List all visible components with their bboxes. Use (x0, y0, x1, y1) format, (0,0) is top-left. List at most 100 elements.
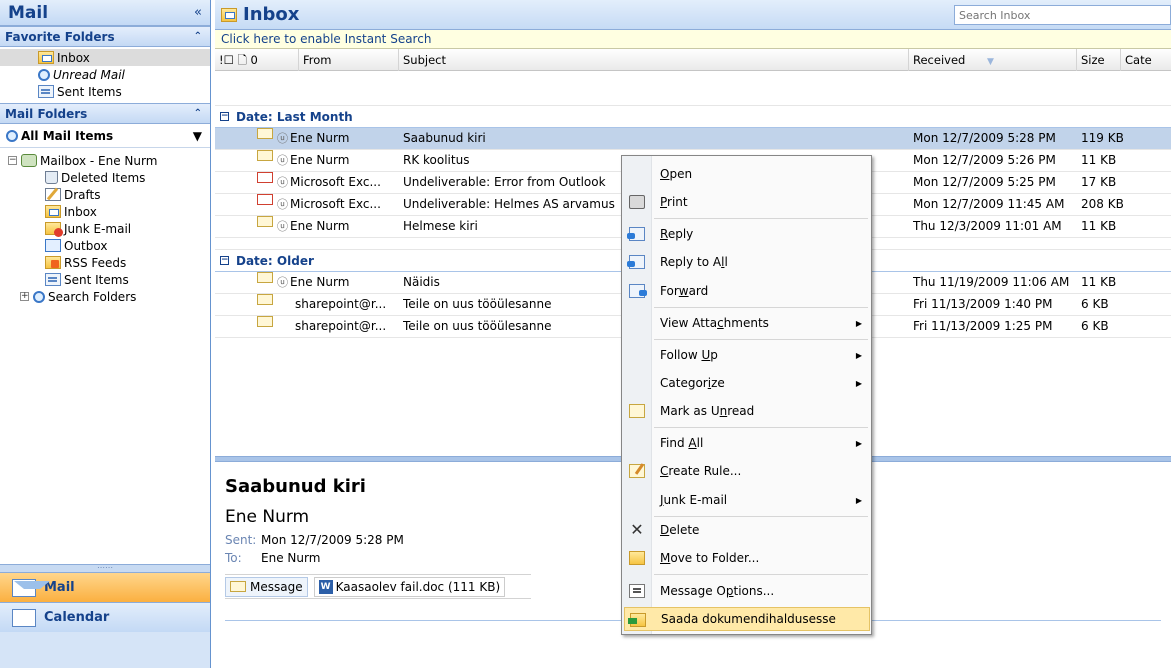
column-size[interactable]: Size (1077, 49, 1121, 71)
undeliverable-icon (257, 172, 273, 183)
message-size: 119 KB (1081, 131, 1124, 145)
inbox-header: Inbox (215, 0, 1171, 30)
rss-icon (45, 256, 61, 269)
tree-junk-email[interactable]: Junk E-mail (0, 220, 210, 237)
favorite-unread-mail[interactable]: Unread Mail (0, 66, 210, 83)
message-from: Ene Nurm (290, 275, 350, 289)
message-size: 11 KB (1081, 153, 1117, 167)
mail-nav-button[interactable]: Mail (0, 572, 210, 602)
nav-pane-splitter[interactable]: ⋯⋯ (0, 564, 210, 572)
collapse-group-icon[interactable]: − (220, 256, 229, 265)
attachment-icon: ⓤ (277, 154, 288, 167)
favorite-sent-items[interactable]: Sent Items (0, 83, 210, 100)
menu-separator (654, 339, 868, 340)
mailbox-label: Mailbox - Ene Nurm (40, 153, 158, 168)
sort-descending-icon: ▼ (986, 57, 994, 67)
mark-unread-icon (629, 404, 645, 418)
menu-item-delete[interactable]: ✕ Delete (624, 518, 870, 542)
collapse-tree-icon[interactable]: − (8, 156, 17, 165)
tree-mailbox[interactable]: − Mailbox - Ene Nurm (0, 152, 210, 169)
message-size: 11 KB (1081, 219, 1117, 233)
message-options-icon (629, 584, 645, 598)
menu-item-reply-all[interactable]: Reply to All (624, 250, 870, 274)
menu-item-message-options[interactable]: Message Options... (624, 579, 870, 603)
tree-drafts[interactable]: Drafts (0, 186, 210, 203)
collapse-section-icon[interactable]: ⌃ (194, 31, 202, 42)
menu-item-view-attachments[interactable]: View Attachments ▶ (624, 311, 870, 335)
column-from[interactable]: From (299, 49, 399, 71)
menu-item-reply[interactable]: Reply (624, 222, 870, 246)
menu-item-move-to-folder[interactable]: Move to Folder... (624, 546, 870, 570)
favorite-folders-header[interactable]: Favorite Folders ⌃ (0, 26, 210, 47)
menu-item-junk-email[interactable]: Junk E-mail ▶ (624, 488, 870, 512)
read-mail-icon (257, 216, 273, 227)
tree-search-folders[interactable]: + Search Folders (0, 288, 210, 305)
message-from: Ene Nurm (290, 219, 350, 233)
context-menu: Open Print Reply Reply to All Forward Vi… (621, 155, 872, 635)
menu-item-print[interactable]: Print (624, 190, 870, 214)
folder-label: Inbox (64, 204, 97, 219)
tree-deleted-items[interactable]: Deleted Items (0, 169, 210, 186)
collapse-group-icon[interactable]: − (220, 112, 229, 121)
all-mail-items-label: All Mail Items (21, 128, 114, 143)
collapse-nav-button[interactable]: « (194, 5, 202, 20)
message-from: sharepoint@r... (295, 319, 387, 333)
mail-folders-header[interactable]: Mail Folders ⌃ (0, 103, 210, 124)
menu-item-open[interactable]: Open (624, 162, 870, 186)
menu-item-categorize[interactable]: Categorize ▶ (624, 371, 870, 395)
message-received: Fri 11/13/2009 1:25 PM (913, 319, 1053, 333)
menu-separator (654, 307, 868, 308)
enable-instant-search-bar[interactable]: Click here to enable Instant Search (215, 30, 1171, 49)
attachment-icon: ⓤ (277, 220, 288, 233)
menu-item-forward[interactable]: Forward (624, 279, 870, 303)
read-mail-icon (257, 294, 273, 305)
mail-icon (12, 578, 50, 597)
message-row[interactable]: ⓤ Ene Nurm Saabunud kiri Mon 12/7/2009 5… (215, 128, 1171, 150)
reply-icon (627, 227, 645, 241)
group-header-last-month[interactable]: − Date: Last Month (215, 106, 1171, 128)
all-mail-items-dropdown[interactable]: All Mail Items ▼ (0, 124, 210, 148)
menu-item-follow-up[interactable]: Follow Up ▶ (624, 343, 870, 367)
folder-tree: − Mailbox - Ene Nurm Deleted Items Draft… (0, 148, 210, 564)
message-tab[interactable]: Message (225, 576, 308, 597)
favorite-sent-label: Sent Items (57, 84, 122, 99)
column-categories[interactable]: Cate (1121, 49, 1171, 71)
calendar-nav-button[interactable]: Calendar (0, 602, 210, 632)
tree-inbox[interactable]: Inbox (0, 203, 210, 220)
to-label: To: (225, 551, 242, 565)
outbox-icon (45, 239, 61, 252)
menu-item-find-all[interactable]: Find All ▶ (624, 431, 870, 455)
column-icons[interactable]: !☐ 🗋 0 (215, 49, 299, 71)
group-label: Date: Last Month (236, 109, 353, 124)
create-rule-icon (629, 464, 645, 478)
mail-folders-label: Mail Folders (5, 106, 88, 121)
word-document-icon: W (318, 579, 333, 594)
attachment-label: Kaasaolev fail.doc (111 KB) (335, 579, 501, 594)
attachment-item[interactable]: W Kaasaolev fail.doc (111 KB) (313, 576, 506, 597)
favorite-inbox[interactable]: Inbox (0, 49, 210, 66)
delete-icon: ✕ (630, 520, 644, 539)
search-input[interactable] (954, 5, 1171, 25)
menu-item-create-rule[interactable]: Create Rule... (624, 459, 870, 483)
message-received: Mon 12/7/2009 5:28 PM (913, 131, 1056, 145)
menu-separator (654, 218, 868, 219)
menu-item-saada-dokumendihaldusesse[interactable]: Saada dokumendihaldusesse (624, 607, 870, 631)
calendar-icon (12, 608, 36, 627)
tree-rss-feeds[interactable]: RSS Feeds (0, 254, 210, 271)
expand-tree-icon[interactable]: + (20, 292, 29, 301)
column-received[interactable]: Received ▼ (909, 49, 1077, 71)
folder-label: Outbox (64, 238, 108, 253)
message-received: Mon 12/7/2009 11:45 AM (913, 197, 1065, 211)
tree-outbox[interactable]: Outbox (0, 237, 210, 254)
mailbox-icon (21, 154, 37, 167)
message-received: Thu 11/19/2009 11:06 AM (913, 275, 1070, 289)
to-value[interactable]: Ene Nurm (261, 551, 320, 565)
message-received: Fri 11/13/2009 1:40 PM (913, 297, 1053, 311)
tree-sent-items[interactable]: Sent Items (0, 271, 210, 288)
collapse-section-icon[interactable]: ⌃ (194, 108, 202, 119)
instant-search-label: Click here to enable Instant Search (221, 32, 432, 46)
dropdown-arrow-icon: ▼ (192, 128, 202, 143)
favorite-unread-label: Unread Mail (53, 67, 125, 82)
column-subject[interactable]: Subject (399, 49, 909, 71)
menu-item-mark-unread[interactable]: Mark as Unread (624, 399, 870, 423)
